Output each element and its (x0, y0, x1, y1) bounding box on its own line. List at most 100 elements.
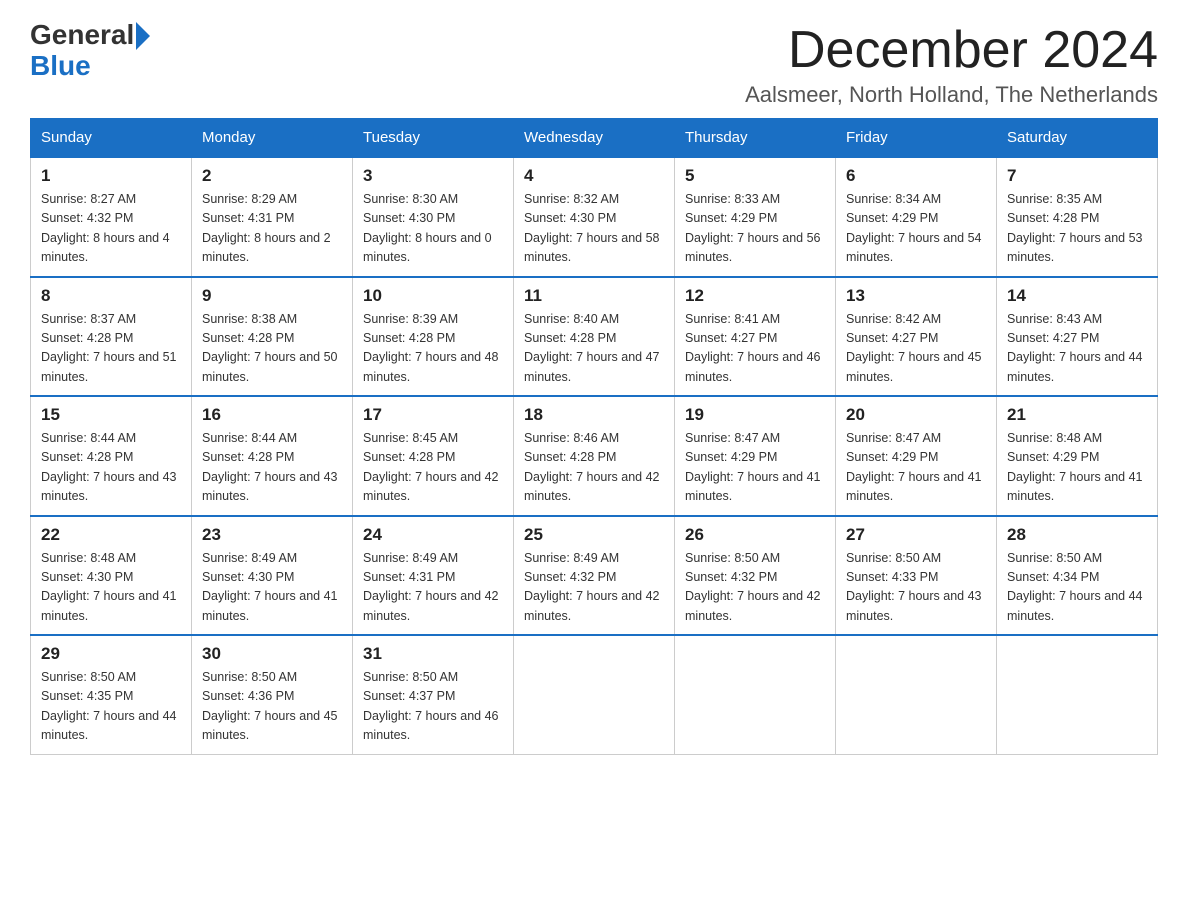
day-info: Sunrise: 8:38 AMSunset: 4:28 PMDaylight:… (202, 310, 342, 388)
calendar-cell: 3 Sunrise: 8:30 AMSunset: 4:30 PMDaylight… (353, 157, 514, 277)
day-info: Sunrise: 8:50 AMSunset: 4:36 PMDaylight:… (202, 668, 342, 746)
day-number: 29 (41, 644, 181, 664)
calendar-cell: 31Sunrise: 8:50 AMSunset: 4:37 PMDayligh… (353, 635, 514, 754)
day-number: 4 (524, 166, 664, 186)
day-number: 2 (202, 166, 342, 186)
day-info: Sunrise: 8:42 AMSunset: 4:27 PMDaylight:… (846, 310, 986, 388)
page-header: General Blue December 2024 Aalsmeer, Nor… (30, 20, 1158, 108)
calendar-cell (997, 635, 1158, 754)
day-number: 12 (685, 286, 825, 306)
day-number: 16 (202, 405, 342, 425)
day-number: 27 (846, 525, 986, 545)
day-info: Sunrise: 8:49 AMSunset: 4:31 PMDaylight:… (363, 549, 503, 627)
calendar-cell (675, 635, 836, 754)
day-number: 14 (1007, 286, 1147, 306)
day-number: 9 (202, 286, 342, 306)
calendar-cell: 26Sunrise: 8:50 AMSunset: 4:32 PMDayligh… (675, 516, 836, 636)
day-number: 3 (363, 166, 503, 186)
calendar-cell: 17 Sunrise: 8:45 AMSunset: 4:28 PMDayligh… (353, 396, 514, 516)
weekday-header-wednesday: Wednesday (514, 119, 675, 158)
calendar-cell: 22Sunrise: 8:48 AMSunset: 4:30 PMDayligh… (31, 516, 192, 636)
calendar-cell: 12 Sunrise: 8:41 AMSunset: 4:27 PMDayligh… (675, 277, 836, 397)
calendar-cell: 1 Sunrise: 8:27 AMSunset: 4:32 PMDaylight… (31, 157, 192, 277)
week-row-5: 29 Sunrise: 8:50 AMSunset: 4:35 PMDayligh… (31, 635, 1158, 754)
week-row-1: 1 Sunrise: 8:27 AMSunset: 4:32 PMDaylight… (31, 157, 1158, 277)
calendar-cell: 25Sunrise: 8:49 AMSunset: 4:32 PMDayligh… (514, 516, 675, 636)
calendar-cell: 13 Sunrise: 8:42 AMSunset: 4:27 PMDayligh… (836, 277, 997, 397)
day-info: Sunrise: 8:43 AMSunset: 4:27 PMDaylight:… (1007, 310, 1147, 388)
calendar-cell: 29 Sunrise: 8:50 AMSunset: 4:35 PMDayligh… (31, 635, 192, 754)
day-number: 18 (524, 405, 664, 425)
weekday-header-friday: Friday (836, 119, 997, 158)
day-number: 25 (524, 525, 664, 545)
logo-general: General (30, 21, 134, 49)
day-number: 30 (202, 644, 342, 664)
calendar-cell (836, 635, 997, 754)
day-info: Sunrise: 8:48 AMSunset: 4:29 PMDaylight:… (1007, 429, 1147, 507)
location-title: Aalsmeer, North Holland, The Netherlands (745, 82, 1158, 108)
weekday-header-saturday: Saturday (997, 119, 1158, 158)
day-info: Sunrise: 8:35 AMSunset: 4:28 PMDaylight:… (1007, 190, 1147, 268)
day-number: 1 (41, 166, 181, 186)
day-info: Sunrise: 8:50 AMSunset: 4:32 PMDaylight:… (685, 549, 825, 627)
calendar-cell: 4Sunrise: 8:32 AMSunset: 4:30 PMDaylight… (514, 157, 675, 277)
day-number: 19 (685, 405, 825, 425)
logo-triangle-icon (136, 22, 150, 50)
calendar-cell: 9 Sunrise: 8:38 AMSunset: 4:28 PMDaylight… (192, 277, 353, 397)
day-info: Sunrise: 8:37 AMSunset: 4:28 PMDaylight:… (41, 310, 181, 388)
day-number: 23 (202, 525, 342, 545)
calendar-cell: 27 Sunrise: 8:50 AMSunset: 4:33 PMDayligh… (836, 516, 997, 636)
day-number: 22 (41, 525, 181, 545)
calendar-cell: 20 Sunrise: 8:47 AMSunset: 4:29 PMDayligh… (836, 396, 997, 516)
calendar-cell: 28Sunrise: 8:50 AMSunset: 4:34 PMDayligh… (997, 516, 1158, 636)
logo-blue: Blue (30, 50, 91, 81)
day-number: 28 (1007, 525, 1147, 545)
day-info: Sunrise: 8:49 AMSunset: 4:30 PMDaylight:… (202, 549, 342, 627)
day-info: Sunrise: 8:47 AMSunset: 4:29 PMDaylight:… (846, 429, 986, 507)
day-info: Sunrise: 8:50 AMSunset: 4:33 PMDaylight:… (846, 549, 986, 627)
day-number: 6 (846, 166, 986, 186)
day-number: 11 (524, 286, 664, 306)
calendar-table: SundayMondayTuesdayWednesdayThursdayFrid… (30, 118, 1158, 755)
logo: General Blue (30, 20, 150, 82)
day-number: 24 (363, 525, 503, 545)
day-info: Sunrise: 8:27 AMSunset: 4:32 PMDaylight:… (41, 190, 181, 268)
day-number: 8 (41, 286, 181, 306)
month-title: December 2024 (745, 20, 1158, 80)
day-info: Sunrise: 8:45 AMSunset: 4:28 PMDaylight:… (363, 429, 503, 507)
day-info: Sunrise: 8:39 AMSunset: 4:28 PMDaylight:… (363, 310, 503, 388)
day-number: 17 (363, 405, 503, 425)
calendar-cell: 10 Sunrise: 8:39 AMSunset: 4:28 PMDayligh… (353, 277, 514, 397)
calendar-cell: 11Sunrise: 8:40 AMSunset: 4:28 PMDayligh… (514, 277, 675, 397)
weekday-header-thursday: Thursday (675, 119, 836, 158)
weekday-header-row: SundayMondayTuesdayWednesdayThursdayFrid… (31, 119, 1158, 158)
title-area: December 2024 Aalsmeer, North Holland, T… (745, 20, 1158, 108)
calendar-cell: 21 Sunrise: 8:48 AMSunset: 4:29 PMDayligh… (997, 396, 1158, 516)
day-info: Sunrise: 8:33 AMSunset: 4:29 PMDaylight:… (685, 190, 825, 268)
calendar-cell: 5Sunrise: 8:33 AMSunset: 4:29 PMDaylight… (675, 157, 836, 277)
calendar-cell: 30 Sunrise: 8:50 AMSunset: 4:36 PMDayligh… (192, 635, 353, 754)
calendar-cell: 23 Sunrise: 8:49 AMSunset: 4:30 PMDayligh… (192, 516, 353, 636)
day-info: Sunrise: 8:30 AMSunset: 4:30 PMDaylight:… (363, 190, 503, 268)
calendar-cell: 15 Sunrise: 8:44 AMSunset: 4:28 PMDayligh… (31, 396, 192, 516)
day-number: 13 (846, 286, 986, 306)
calendar-cell: 19Sunrise: 8:47 AMSunset: 4:29 PMDayligh… (675, 396, 836, 516)
calendar-cell: 2Sunrise: 8:29 AMSunset: 4:31 PMDaylight… (192, 157, 353, 277)
week-row-3: 15 Sunrise: 8:44 AMSunset: 4:28 PMDayligh… (31, 396, 1158, 516)
day-info: Sunrise: 8:46 AMSunset: 4:28 PMDaylight:… (524, 429, 664, 507)
calendar-cell (514, 635, 675, 754)
calendar-cell: 18 Sunrise: 8:46 AMSunset: 4:28 PMDayligh… (514, 396, 675, 516)
calendar-cell: 16Sunrise: 8:44 AMSunset: 4:28 PMDayligh… (192, 396, 353, 516)
calendar-cell: 8 Sunrise: 8:37 AMSunset: 4:28 PMDaylight… (31, 277, 192, 397)
day-number: 20 (846, 405, 986, 425)
day-info: Sunrise: 8:44 AMSunset: 4:28 PMDaylight:… (41, 429, 181, 507)
calendar-cell: 7Sunrise: 8:35 AMSunset: 4:28 PMDaylight… (997, 157, 1158, 277)
day-number: 10 (363, 286, 503, 306)
day-info: Sunrise: 8:41 AMSunset: 4:27 PMDaylight:… (685, 310, 825, 388)
day-number: 15 (41, 405, 181, 425)
calendar-cell: 14 Sunrise: 8:43 AMSunset: 4:27 PMDayligh… (997, 277, 1158, 397)
day-number: 21 (1007, 405, 1147, 425)
day-info: Sunrise: 8:50 AMSunset: 4:35 PMDaylight:… (41, 668, 181, 746)
day-info: Sunrise: 8:34 AMSunset: 4:29 PMDaylight:… (846, 190, 986, 268)
weekday-header-monday: Monday (192, 119, 353, 158)
